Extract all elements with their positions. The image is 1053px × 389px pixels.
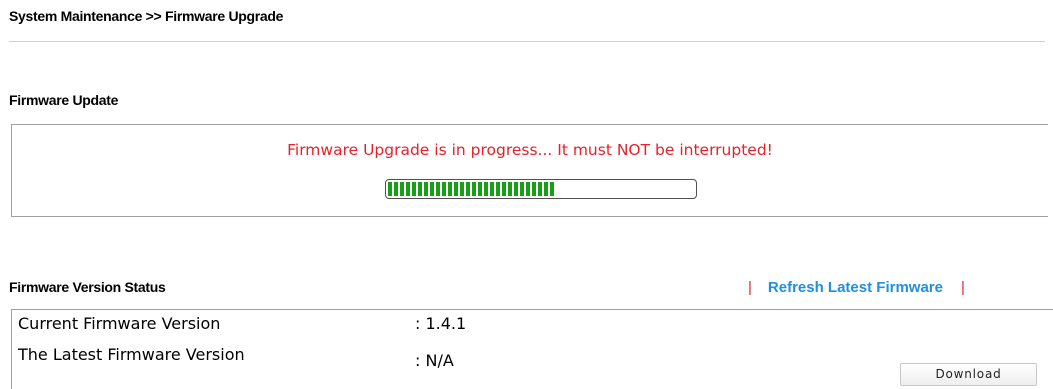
header-divider [9,41,1045,42]
breadcrumb: System Maintenance >> Firmware Upgrade [9,8,284,24]
separator-right: | [960,279,965,296]
firmware-update-panel: Firmware Upgrade is in progress... It mu… [11,124,1048,217]
refresh-bar: | Refresh Latest Firmware | [748,279,965,296]
version-status-table: Current Firmware Version : 1.4.1 The Lat… [11,309,1053,389]
refresh-latest-firmware-link[interactable]: Refresh Latest Firmware [768,279,943,296]
download-button[interactable]: Download [900,363,1037,386]
latest-version-value: : N/A [415,351,454,370]
separator-left: | [748,279,752,296]
upgrade-warning-message: Firmware Upgrade is in progress... It mu… [287,141,773,159]
upgrade-progress-bar [385,179,697,199]
upgrade-progress-fill [388,182,555,196]
current-version-label: Current Firmware Version [18,314,221,333]
latest-version-label: The Latest Firmware Version [18,345,245,364]
version-status-title: Firmware Version Status [9,279,166,295]
current-version-value: : 1.4.1 [415,314,467,333]
firmware-update-title: Firmware Update [9,92,119,108]
